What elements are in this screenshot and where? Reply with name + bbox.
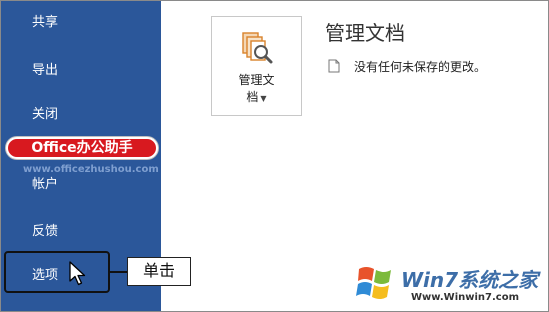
manage-button-label-line2: 档 ▼ [246, 90, 267, 104]
win7-watermark-url: Www.Winwin7.com [411, 292, 520, 303]
options-highlight-box [4, 251, 110, 293]
mouse-cursor-icon [69, 261, 86, 286]
nav-item-export[interactable]: 导出 [32, 63, 58, 79]
windows-logo-icon [356, 267, 391, 299]
status-text: 没有任何未保存的更改。 [354, 60, 487, 74]
callout-connector [110, 271, 128, 273]
callout-click-label: 单击 [127, 257, 191, 286]
watermark-badge: Office办公助手 [6, 137, 158, 159]
manage-document-icon [242, 32, 273, 64]
nav-item-account[interactable]: 帐户 [32, 177, 58, 193]
section-title: 管理文档 [325, 21, 405, 45]
manage-button-label: 管理文 [238, 73, 275, 87]
win7-watermark-text: Win7系统之家 [401, 268, 539, 292]
nav-item-feedback[interactable]: 反馈 [32, 224, 58, 240]
watermark-url: www.officezhushou.com [23, 164, 159, 175]
nav-item-close[interactable]: 关闭 [32, 107, 58, 123]
screenshot-frame: 共享 导出 关闭 帐户 反馈 选项 Office办公助手 www.officez… [0, 0, 549, 312]
document-status-icon [328, 59, 340, 73]
dropdown-caret-icon: ▼ [260, 94, 267, 103]
nav-item-share[interactable]: 共享 [32, 15, 58, 31]
manage-document-button[interactable]: 管理文 档 ▼ [211, 16, 302, 116]
